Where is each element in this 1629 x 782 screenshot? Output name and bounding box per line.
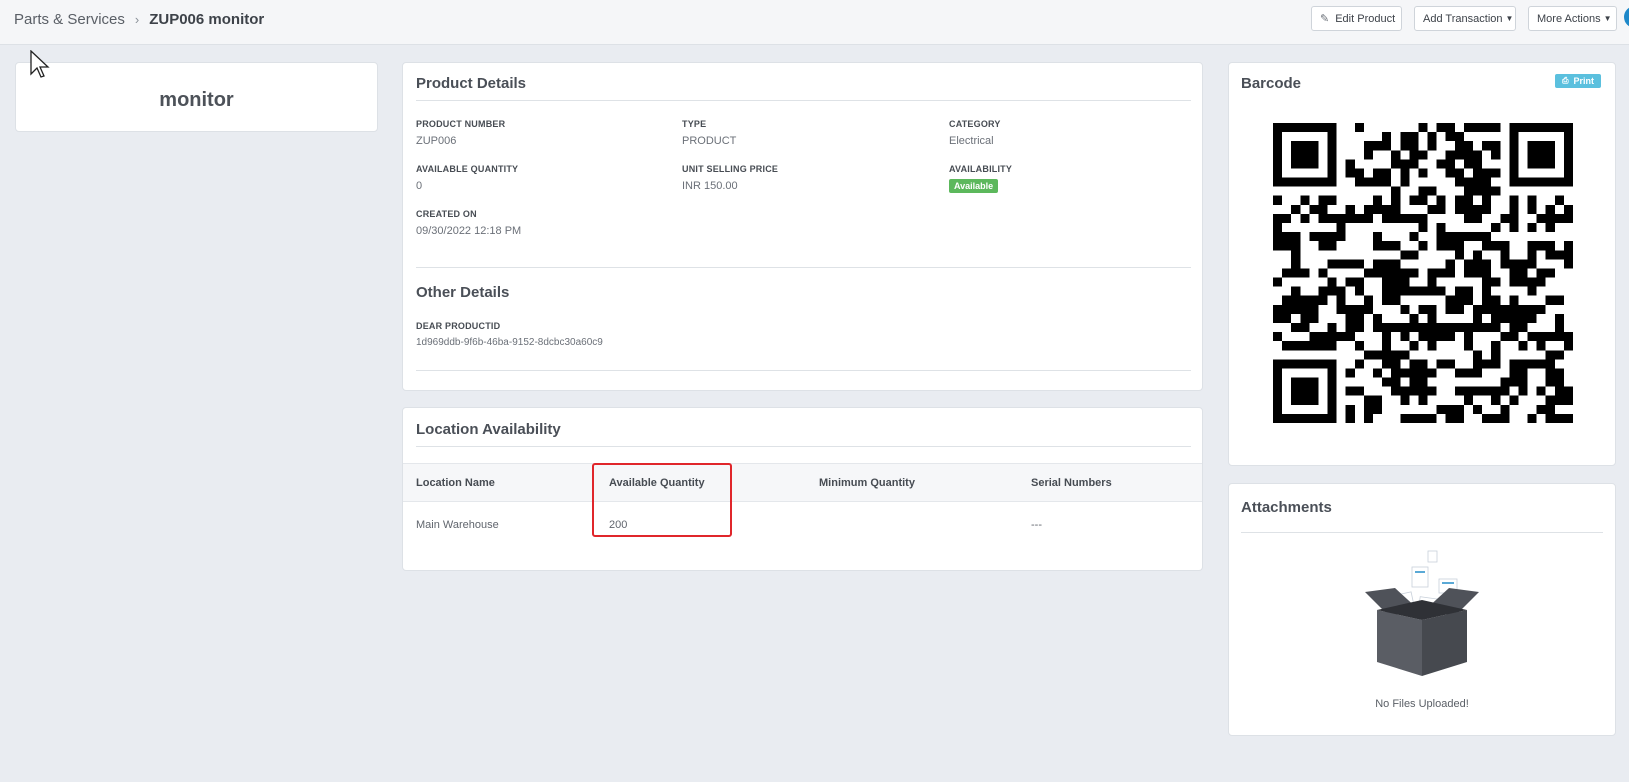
created-on-label: CREATED ON [416,209,477,219]
breadcrumb-parent-link[interactable]: Parts & Services [14,11,125,28]
breadcrumb-separator-icon: › [134,12,140,27]
column-header-minimum-quantity[interactable]: Minimum Quantity [819,477,915,489]
product-number-label: PRODUCT NUMBER [416,119,506,129]
location-availability-card: Location Availability Location Name Avai… [402,407,1203,571]
divider [1241,532,1603,533]
type-label: TYPE [682,119,707,129]
edit-product-button[interactable]: ✎ Edit Product [1311,6,1402,31]
no-files-message: No Files Uploaded! [1375,698,1469,710]
product-number-value: ZUP006 [416,135,457,147]
column-header-location-name[interactable]: Location Name [416,477,495,489]
breadcrumb-current: ZUP006 monitor [149,11,265,28]
table-header: Location Name Available Quantity Minimum… [403,463,1202,502]
barcode-title: Barcode [1241,75,1302,92]
available-quantity-value: 0 [416,180,423,192]
other-details-title: Other Details [416,284,510,301]
category-value: Electrical [949,135,994,147]
add-transaction-label: Add Transaction [1423,12,1503,25]
caret-down-icon: ▼ [1603,14,1612,23]
edit-icon: ✎ [1320,13,1330,25]
availability-label: AVAILABILITY [949,164,1013,174]
print-label: Print [1573,76,1594,86]
more-actions-button[interactable]: More Actions ▼ [1528,6,1617,31]
type-value: PRODUCT [682,135,737,147]
column-header-serial-numbers[interactable]: Serial Numbers [1031,477,1112,489]
product-summary-card: monitor [15,62,378,132]
divider [416,446,1191,447]
product-name: monitor [159,89,234,111]
divider [416,267,1191,268]
available-quantity-label: AVAILABLE QUANTITY [416,164,519,174]
divider [416,100,1191,101]
product-details-title: Product Details [416,75,527,92]
availability-badge: Available [949,179,999,193]
attachments-title: Attachments [1241,499,1332,516]
dear-productid-value: 1d969ddb-9f6b-46ba-9152-8dcbc30a60c9 [416,337,603,348]
category-label: CATEGORY [949,119,1001,129]
edit-product-label: Edit Product [1335,12,1396,25]
divider [416,370,1191,371]
avatar[interactable] [1624,6,1629,28]
attachments-card: Attachments No Files Uploaded! [1228,483,1616,736]
cell-location-name: Main Warehouse [416,519,499,531]
cell-serial-numbers: --- [1031,519,1042,531]
product-details-card: Product Details PRODUCT NUMBER ZUP006 TY… [402,62,1203,391]
print-icon: ⎙ [1562,76,1569,85]
unit-selling-price-value: INR 150.00 [682,180,738,192]
caret-down-icon: ▼ [1505,14,1514,23]
print-button[interactable]: ⎙ Print [1555,74,1601,88]
unit-selling-price-label: UNIT SELLING PRICE [682,164,779,174]
location-availability-title: Location Availability [416,421,561,438]
mouse-cursor-icon [30,50,50,78]
top-bar: Parts & Services › ZUP006 monitor ✎ Edit… [0,0,1629,45]
breadcrumb: Parts & Services › ZUP006 monitor [14,11,264,28]
barcode-card: Barcode ⎙ Print [1228,62,1616,466]
add-transaction-button[interactable]: Add Transaction ▼ [1414,6,1516,31]
created-on-value: 09/30/2022 12:18 PM [416,225,522,237]
more-actions-label: More Actions [1537,12,1601,25]
empty-box-illustration [1365,550,1479,676]
dear-productid-label: DEAR PRODUCTID [416,321,501,331]
qr-code-image [1273,123,1573,423]
highlight-annotation-box [592,463,732,537]
